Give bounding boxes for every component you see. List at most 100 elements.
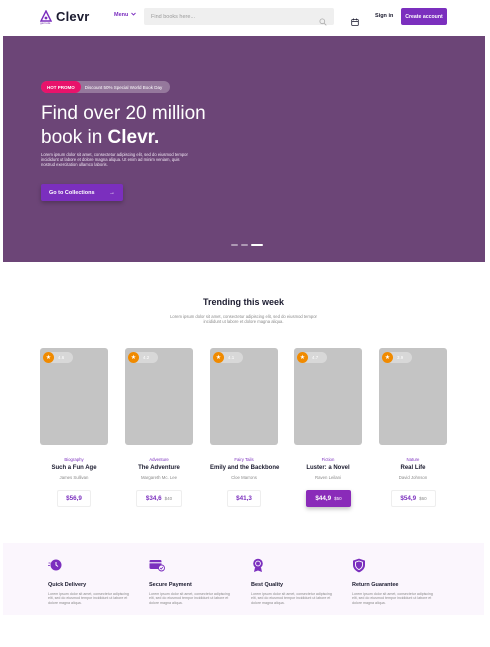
feature-title: Best Quality [251, 582, 284, 588]
rating-value: 4.2 [143, 355, 150, 360]
book-author: Raven Leilani [314, 475, 342, 480]
price-button[interactable]: $34,6 $40 [136, 490, 182, 507]
rating-badge: ★ 4.6 [43, 352, 73, 363]
star-icon: ★ [297, 352, 308, 363]
secure-card-icon [149, 558, 165, 572]
book-cover[interactable]: ★ 4.7 [294, 348, 362, 445]
promo-tag: HOT PROMO [41, 81, 81, 93]
logo-text: Clevr [56, 9, 90, 24]
book-title[interactable]: Luster: a Novel [294, 465, 362, 471]
menu-dropdown[interactable]: Menu [114, 12, 137, 18]
rating-value: 4.1 [228, 355, 235, 360]
book-card[interactable]: ★ 4.6 Biography Such a Fun Age James Sul… [40, 348, 108, 507]
feature-description: Lorem ipsum dolor sit amet, consectetur … [48, 592, 129, 605]
book-cover[interactable]: ★ 4.1 [210, 348, 278, 445]
book-author: Cloe Marrons [231, 475, 257, 480]
rating-value: 4.7 [312, 355, 319, 360]
hero-description: Lorem ipsum dolor sit amet, consectetur … [41, 152, 188, 167]
go-to-collections-label: Go to Collections [49, 189, 95, 196]
feature-description: Lorem ipsum dolor sit amet, consectetur … [149, 592, 230, 605]
hero-title-line1: Find over 20 million [41, 103, 206, 124]
trending-description: Lorem ipsum dolor sit amet, consectetur … [170, 314, 317, 324]
logo-subtext: garruda [40, 21, 51, 25]
feature-item: Quick Delivery Lorem ipsum dolor sit ame… [48, 558, 138, 605]
promo-pill: HOT PROMO Discount 50% Special World Boo… [41, 81, 171, 93]
star-icon: ★ [128, 352, 139, 363]
book-card[interactable]: ★ 4.7 Fiction Luster: a Novel Raven Leil… [294, 348, 362, 507]
book-card[interactable]: ★ 4.2 Adventure The Adventure Margareth … [125, 348, 193, 507]
feature-title: Secure Payment [149, 582, 192, 588]
slider-dot-active[interactable] [251, 244, 263, 246]
book-price: $34,6 [145, 495, 162, 502]
book-old-price: $50 [334, 496, 342, 501]
feature-item: Best Quality Lorem ipsum dolor sit amet,… [251, 558, 341, 605]
slider-dots [231, 244, 263, 246]
search-input[interactable] [151, 13, 311, 20]
book-author: Margareth Mc. Lee [140, 475, 178, 480]
star-icon: ★ [213, 352, 224, 363]
feature-item: Return Guarantee Lorem ipsum dolor sit a… [352, 558, 442, 605]
arrow-right-icon: → [109, 189, 115, 196]
book-genre[interactable]: Fairy Tails [210, 457, 278, 462]
book-genre[interactable]: Nature [379, 457, 447, 462]
award-icon [251, 558, 265, 572]
book-genre[interactable]: Adventure [125, 457, 193, 462]
book-cover[interactable]: ★ 3.9 [379, 348, 447, 445]
create-account-button[interactable]: Create account [401, 8, 447, 25]
features-section: Quick Delivery Lorem ipsum dolor sit ame… [3, 543, 484, 615]
feature-title: Return Guarantee [352, 582, 399, 588]
feature-item: Secure Payment Lorem ipsum dolor sit ame… [149, 558, 239, 605]
book-genre[interactable]: Biography [40, 457, 108, 462]
feature-description: Lorem ipsum dolor sit amet, consectetur … [251, 592, 332, 605]
price-button[interactable]: $56,9 [57, 490, 91, 507]
price-button-highlighted[interactable]: $44,9 $50 [306, 490, 351, 507]
book-card[interactable]: ★ 4.1 Fairy Tails Emily and the Backbone… [210, 348, 279, 507]
hero-title: Find over 20 million book in Clevr. [41, 102, 241, 150]
book-price: $41,3 [236, 495, 252, 502]
rating-badge: ★ 3.9 [382, 352, 412, 363]
slider-dot[interactable] [241, 244, 248, 246]
book-title[interactable]: Emily and the Backbone [210, 465, 279, 471]
book-card[interactable]: ★ 3.9 Nature Real Life David Johnson $54… [379, 348, 447, 507]
menu-label: Menu [114, 12, 129, 18]
trending-title: Trending this week [202, 297, 285, 307]
hero-title-brand: Clevr. [107, 127, 160, 148]
price-button[interactable]: $41,3 [227, 490, 261, 507]
book-cover[interactable]: ★ 4.2 [125, 348, 193, 445]
rating-value: 4.6 [58, 355, 65, 360]
rating-badge: ★ 4.7 [297, 352, 327, 363]
slider-dot[interactable] [231, 244, 238, 246]
book-author: David Johnson [398, 475, 428, 480]
rating-value: 3.9 [397, 355, 404, 360]
book-old-price: $60 [419, 496, 427, 501]
promo-text: Discount 50% Special World Book Day [84, 84, 163, 90]
hero-banner: HOT PROMO Discount 50% Special World Boo… [3, 36, 485, 262]
rating-badge: ★ 4.1 [213, 352, 243, 363]
star-icon: ★ [43, 352, 54, 363]
chevron-down-icon [131, 12, 137, 18]
search-icon[interactable] [319, 13, 327, 26]
site-header: Clevr garruda Menu Sign in Create accoun… [0, 0, 490, 35]
price-button[interactable]: $54,9 $60 [391, 490, 436, 507]
book-cover[interactable]: ★ 4.6 [40, 348, 108, 445]
book-price: $54,9 [400, 495, 417, 502]
feature-description: Lorem ipsum dolor sit amet, consectetur … [352, 592, 433, 605]
book-author: James Sullivan [59, 475, 89, 480]
clock-icon [48, 558, 62, 572]
book-title[interactable]: The Adventure [125, 465, 193, 471]
book-title[interactable]: Real Life [379, 465, 447, 471]
shield-icon [352, 558, 366, 573]
go-to-collections-button[interactable]: Go to Collections → [41, 184, 123, 201]
search-bar[interactable] [144, 8, 334, 26]
book-price: $44,9 [315, 495, 332, 502]
feature-title: Quick Delivery [48, 582, 87, 588]
rating-badge: ★ 4.2 [128, 352, 158, 363]
hero-title-line2: book in [41, 127, 108, 148]
book-old-price: $40 [164, 496, 173, 501]
calendar-icon[interactable] [351, 13, 359, 26]
star-icon: ★ [382, 352, 393, 363]
book-genre[interactable]: Fiction [294, 457, 362, 462]
book-title[interactable]: Such a Fun Age [40, 465, 108, 471]
signin-link[interactable]: Sign in [375, 13, 393, 19]
book-price: $56,9 [66, 495, 82, 502]
